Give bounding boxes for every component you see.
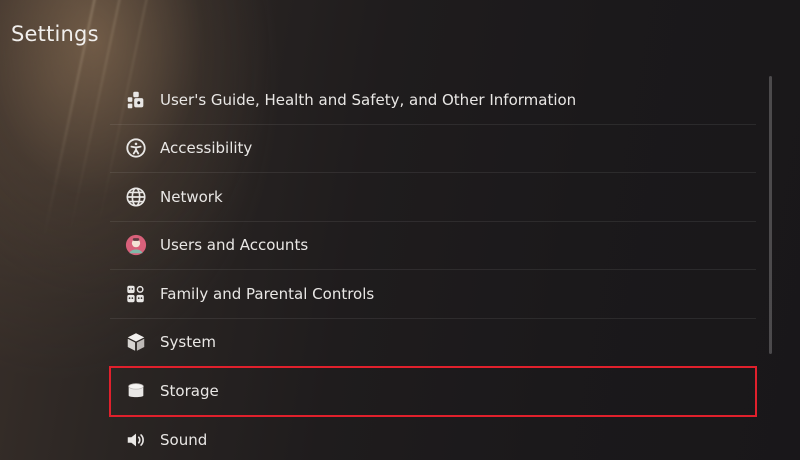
settings-item-accessibility[interactable]: Accessibility (110, 125, 756, 173)
accessibility-icon (124, 136, 148, 160)
settings-item-storage[interactable]: Storage (109, 366, 757, 417)
settings-item-label: Users and Accounts (160, 236, 309, 255)
settings-item-label: System (160, 333, 216, 352)
speaker-icon (124, 428, 148, 452)
globe-icon (124, 185, 148, 209)
settings-item-users-accounts[interactable]: Users and Accounts (110, 222, 756, 270)
storage-cylinder-icon (124, 379, 148, 403)
family-icon (124, 282, 148, 306)
settings-item-sound[interactable]: Sound (110, 416, 756, 460)
settings-list: User's Guide, Health and Safety, and Oth… (109, 76, 757, 460)
settings-item-family-parental[interactable]: Family and Parental Controls (110, 270, 756, 319)
user-avatar-icon (124, 233, 148, 257)
settings-item-network[interactable]: Network (110, 173, 756, 222)
settings-item-label: User's Guide, Health and Safety, and Oth… (160, 90, 577, 109)
settings-item-label: Sound (160, 430, 208, 449)
settings-item-label: Accessibility (160, 139, 253, 158)
cube-icon (124, 330, 148, 354)
settings-item-label: Storage (160, 381, 219, 400)
guide-icon (124, 88, 148, 112)
settings-item-label: Family and Parental Controls (160, 284, 375, 303)
scrollbar[interactable] (769, 76, 772, 354)
settings-item-label: Network (160, 187, 223, 206)
settings-item-users-guide[interactable]: User's Guide, Health and Safety, and Oth… (110, 76, 756, 125)
page-title: Settings (11, 22, 99, 46)
settings-item-system[interactable]: System (110, 319, 756, 367)
